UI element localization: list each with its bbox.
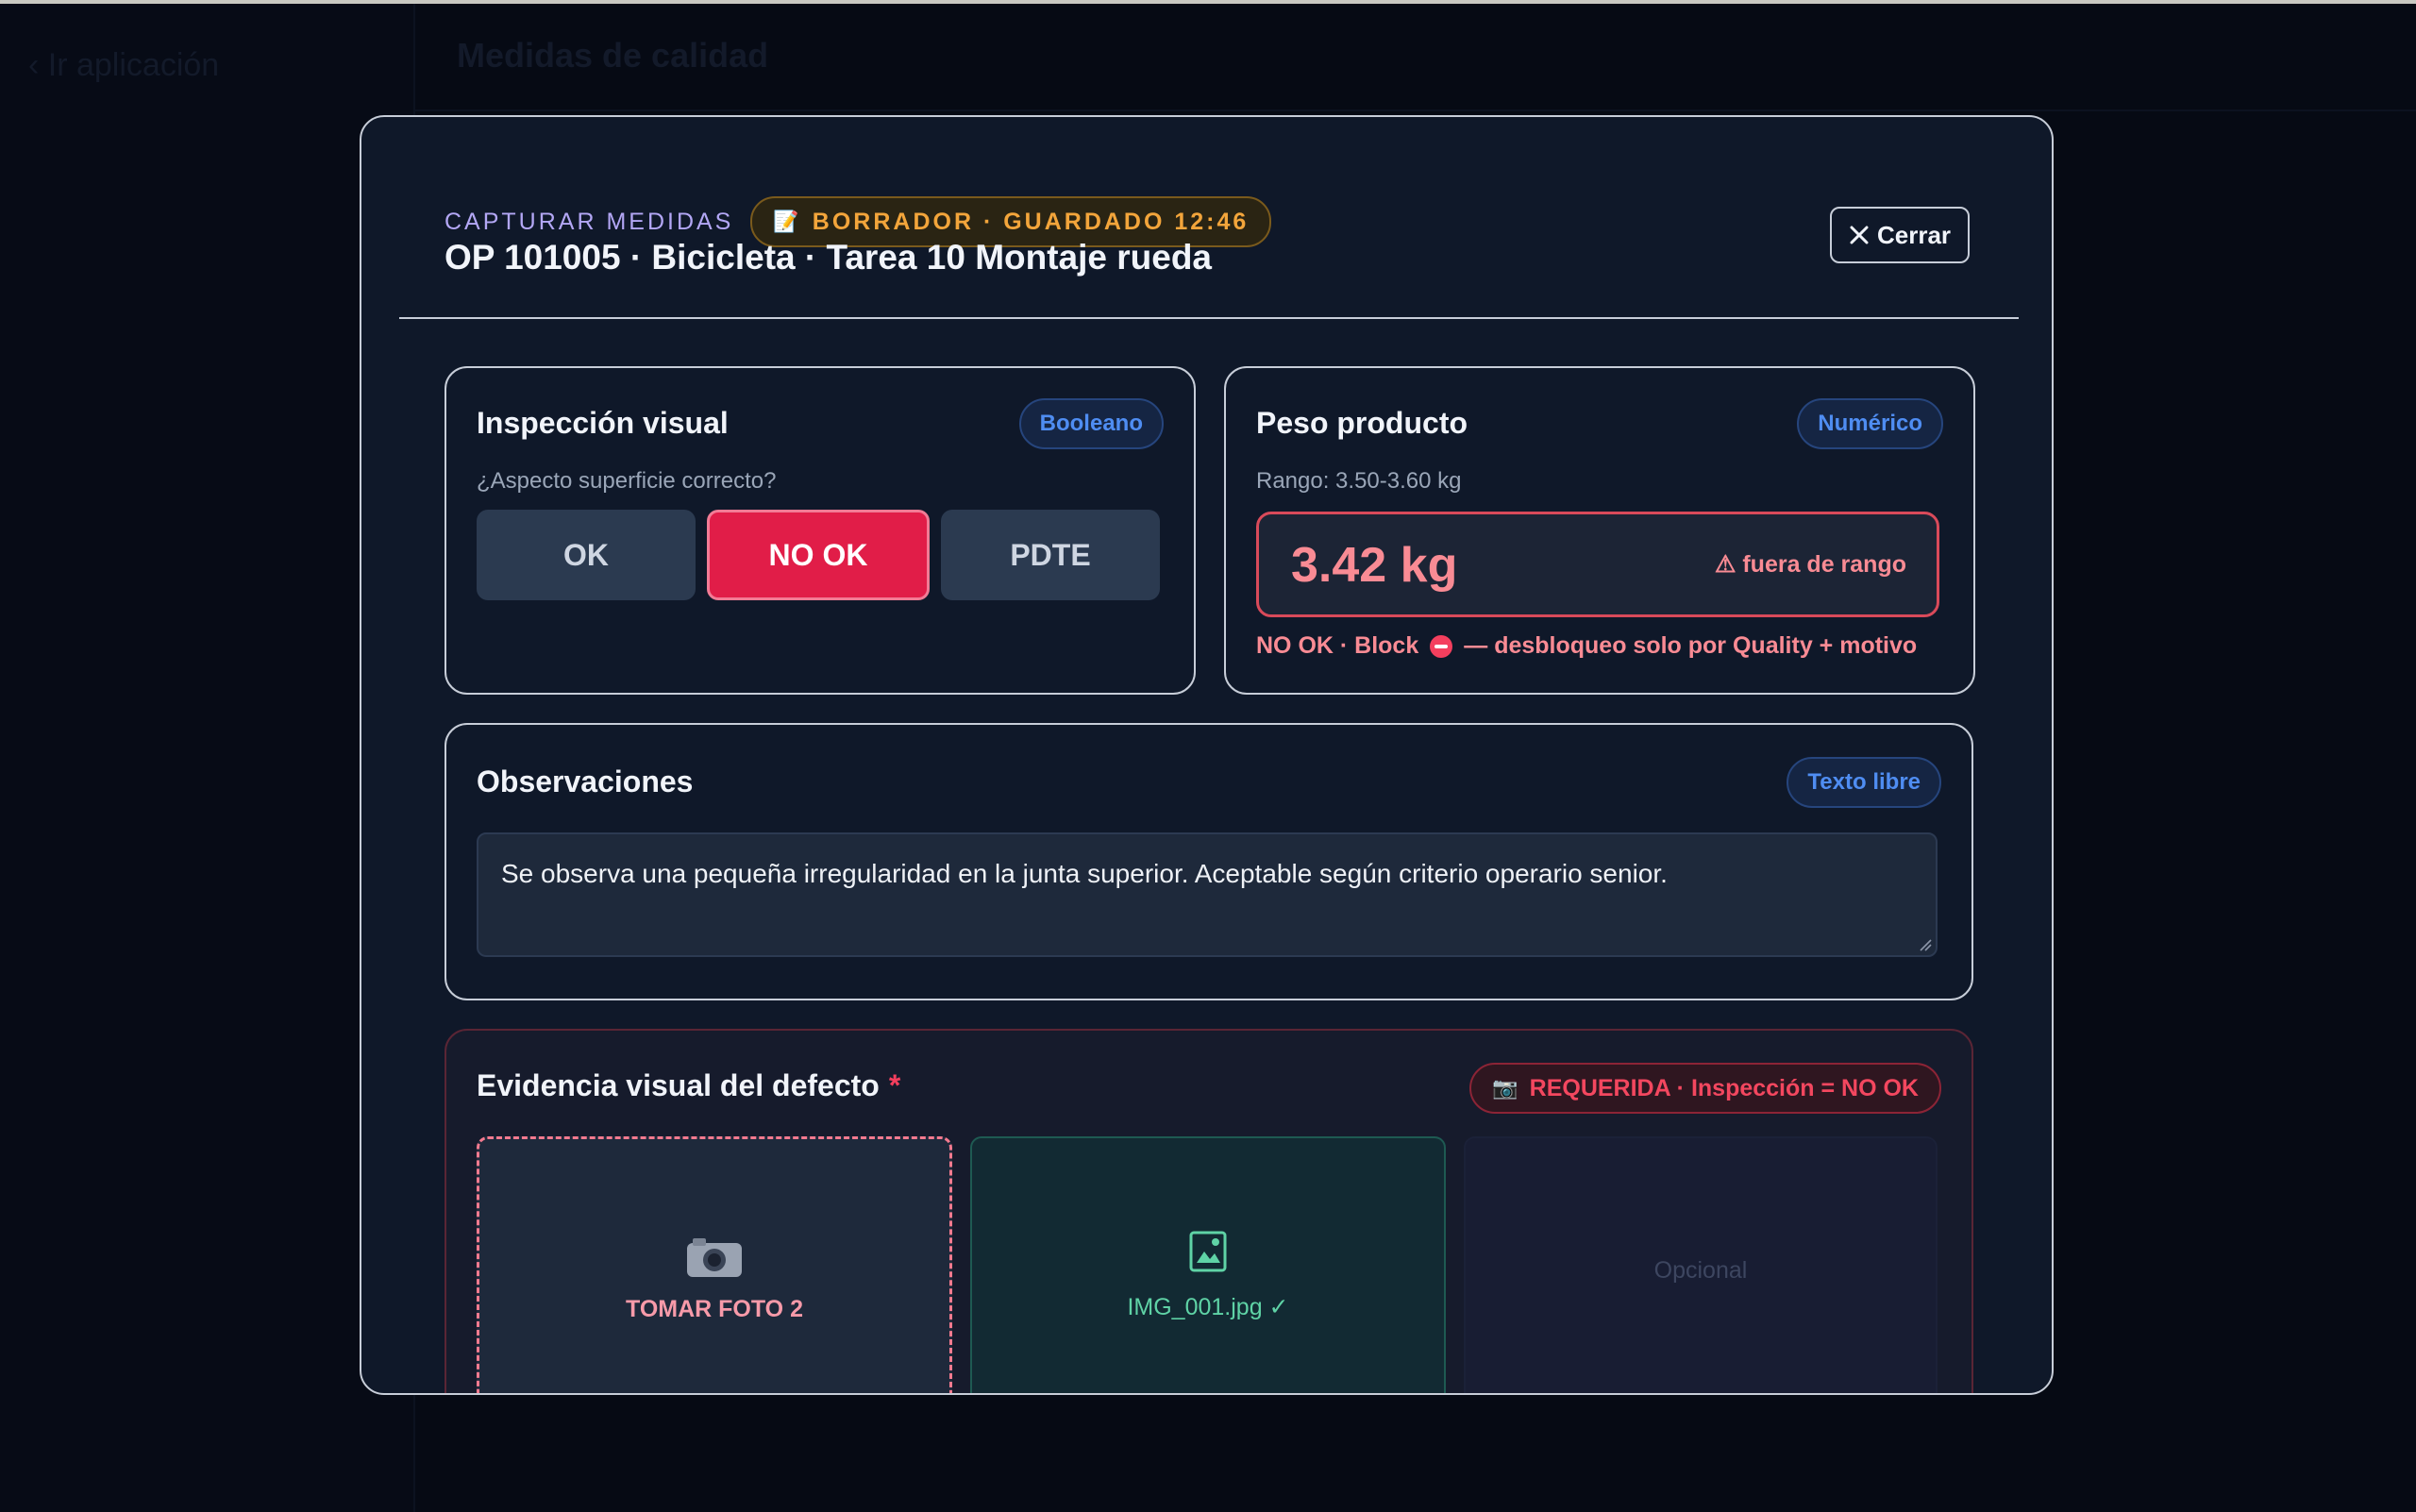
close-button-label: Cerrar [1876, 220, 1952, 249]
out-of-range-text: fuera de rango [1742, 551, 1906, 578]
block-note-prefix: NO OK · Block [1256, 632, 1419, 659]
back-link: ‹ Ir aplicación [28, 47, 220, 83]
background-header: Medidas de calidad [415, 4, 2416, 111]
image-icon [972, 1231, 1444, 1277]
optional-photo-slot[interactable]: Opcional [1464, 1136, 1938, 1393]
weight-range: Rango: 3.50-3.60 kg [1256, 468, 1462, 494]
take-photo-label: TOMAR FOTO 2 [626, 1296, 803, 1322]
weight-title: Peso producto [1256, 406, 1468, 440]
weight-input[interactable]: 3.42 kg ⚠ fuera de rango [1256, 512, 1939, 617]
uploaded-file-name: IMG_001.jpg ✓ [1127, 1294, 1289, 1320]
background-page-title: Medidas de calidad [457, 36, 769, 75]
weight-type-badge: Numérico [1797, 398, 1943, 449]
camera-small-icon: 📷 [1492, 1076, 1518, 1100]
modal-eyebrow-text: CAPTURAR MEDIDAS [445, 208, 734, 235]
uploaded-photo-slot[interactable]: IMG_001.jpg ✓ [970, 1136, 1446, 1393]
option-pdte-button[interactable]: PDTE [941, 510, 1160, 600]
inspection-title: Inspección visual [477, 406, 729, 440]
observations-card: Observaciones Texto libre Se observa una… [445, 723, 1973, 1000]
block-note-suffix: — desbloqueo solo por Quality + motivo [1464, 632, 1918, 659]
modal-title: OP 101005 · Bicicleta · Tarea 10 Montaje… [445, 238, 1213, 277]
evidence-title-text: Evidencia visual del defecto [477, 1068, 880, 1102]
no-entry-icon [1430, 634, 1453, 658]
inspection-type-badge: Booleano [1018, 398, 1164, 449]
camera-icon [479, 1235, 949, 1284]
required-marker: * [888, 1068, 901, 1102]
draft-document-icon: 📝 [773, 210, 799, 233]
inspection-question: ¿Aspecto superficie correcto? [477, 468, 777, 494]
option-no-ok-button[interactable]: NO OK [707, 510, 930, 600]
close-button[interactable]: Cerrar [1830, 207, 1970, 263]
observations-textarea[interactable]: Se observa una pequeña irregularidad en … [477, 832, 1938, 957]
modal-header: CAPTURAR MEDIDAS 📝 BORRADOR · GUARDADO 1… [361, 117, 2052, 319]
observations-text: Se observa una pequeña irregularidad en … [501, 859, 1668, 888]
evidence-title: Evidencia visual del defecto * [477, 1068, 900, 1103]
evidence-required-text: REQUERIDA · Inspección = NO OK [1529, 1074, 1919, 1101]
draft-status-text: BORRADOR · GUARDADO 12:46 [812, 208, 1250, 235]
warning-icon: ⚠ [1714, 551, 1736, 578]
resize-grip-icon[interactable] [1919, 938, 1932, 951]
evidence-required-badge: 📷 REQUERIDA · Inspección = NO OK [1469, 1063, 1941, 1114]
header-divider [399, 317, 2019, 319]
inspection-card: Inspección visual Booleano ¿Aspecto supe… [445, 366, 1196, 695]
observations-title: Observaciones [477, 764, 694, 798]
weight-value: 3.42 kg [1291, 538, 1458, 593]
observations-type-badge: Texto libre [1787, 757, 1941, 808]
close-icon [1850, 226, 1869, 244]
background-sidebar: ‹ Ir aplicación [0, 4, 415, 1512]
optional-label: Opcional [1653, 1257, 1748, 1284]
take-photo-slot[interactable]: TOMAR FOTO 2 [477, 1136, 952, 1393]
capture-measures-modal: CAPTURAR MEDIDAS 📝 BORRADOR · GUARDADO 1… [360, 115, 2054, 1395]
option-ok-button[interactable]: OK [477, 510, 696, 600]
block-note: NO OK · Block — desbloqueo solo por Qual… [1256, 632, 1917, 660]
evidence-card: Evidencia visual del defecto * 📷 REQUERID… [445, 1029, 1973, 1393]
out-of-range-warning: ⚠ fuera de rango [1715, 550, 1906, 579]
weight-card: Peso producto Numérico Rango: 3.50-3.60 … [1224, 366, 1975, 695]
